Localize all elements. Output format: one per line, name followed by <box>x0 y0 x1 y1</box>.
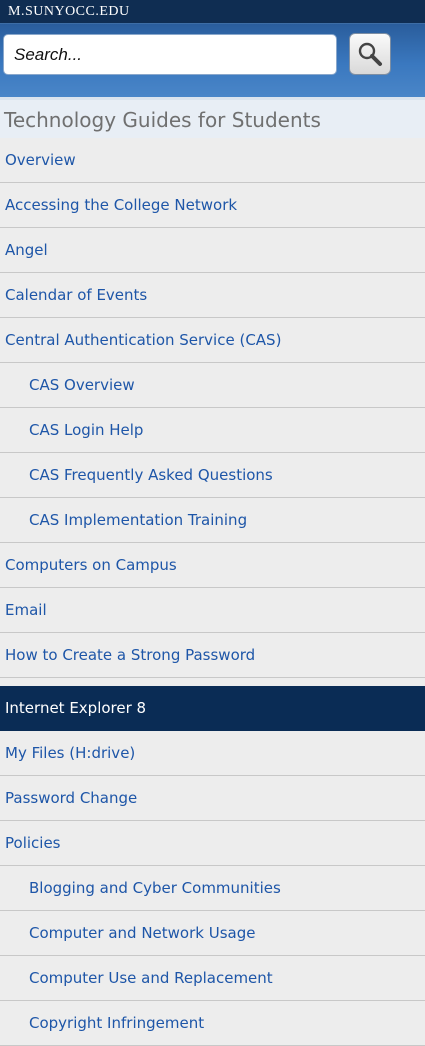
nav-subitem[interactable]: Computer Use and Replacement <box>0 956 425 1001</box>
nav-subitem[interactable]: Blogging and Cyber Communities <box>0 866 425 911</box>
nav-list: Overview Accessing the College Network Ang… <box>0 138 425 1046</box>
nav-item[interactable]: Angel <box>0 228 425 273</box>
site-name[interactable]: M.SUNYOCC.EDU <box>8 4 130 19</box>
nav-item[interactable]: Central Authentication Service (CAS) <box>0 318 425 363</box>
nav-item[interactable]: How to Create a Strong Password <box>0 633 425 678</box>
nav-item[interactable]: My Files (H:drive) <box>0 731 425 776</box>
nav-item[interactable]: Calendar of Events <box>0 273 425 318</box>
search-button[interactable] <box>349 33 391 75</box>
search-input[interactable] <box>3 34 337 75</box>
nav-item[interactable]: Password Change <box>0 776 425 821</box>
search-bar <box>0 24 425 97</box>
site-header: M.SUNYOCC.EDU <box>0 0 425 24</box>
nav-subitem[interactable]: CAS Frequently Asked Questions <box>0 453 425 498</box>
nav-item[interactable]: Policies <box>0 821 425 866</box>
nav-item[interactable]: Accessing the College Network <box>0 183 425 228</box>
nav-item[interactable]: Computers on Campus <box>0 543 425 588</box>
nav-item[interactable]: Email <box>0 588 425 633</box>
nav-subitem[interactable]: Computer and Network Usage <box>0 911 425 956</box>
nav-item[interactable]: Overview <box>0 138 425 183</box>
page-title: Technology Guides for Students <box>0 97 425 138</box>
magnifier-icon <box>358 42 382 66</box>
nav-subitem[interactable]: CAS Login Help <box>0 408 425 453</box>
nav-item[interactable]: Internet Explorer 8 <box>0 686 425 731</box>
nav-subitem[interactable]: CAS Overview <box>0 363 425 408</box>
nav-subitem[interactable]: CAS Implementation Training <box>0 498 425 543</box>
